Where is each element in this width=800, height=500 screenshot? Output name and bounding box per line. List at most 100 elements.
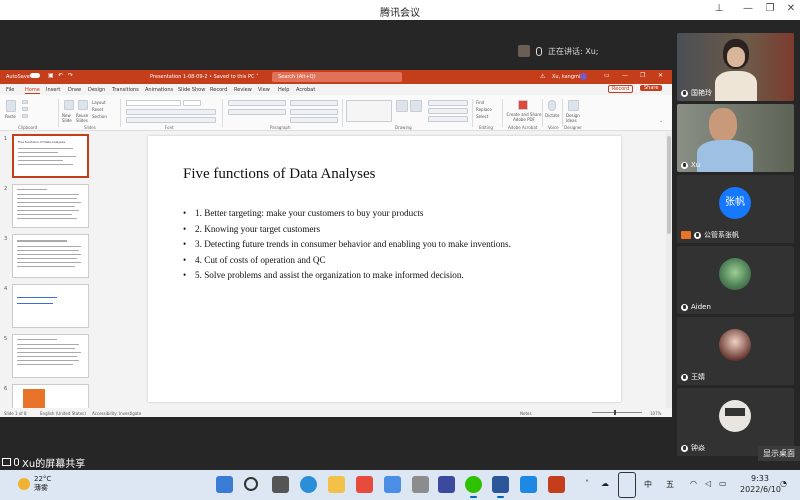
copy-icon[interactable] (22, 107, 28, 111)
ppt-search-input[interactable]: Search (Alt+Q) (272, 72, 402, 82)
bullet-item[interactable]: • 4. Cut of costs of operation and QC (183, 255, 511, 271)
reset-button[interactable]: Reset (92, 107, 103, 112)
shape-fill-button[interactable] (428, 100, 468, 106)
dictate-icon[interactable] (548, 100, 556, 111)
design-ideas-label[interactable]: Design Ideas (566, 113, 582, 123)
tab-slide-show[interactable]: Slide Show (178, 87, 205, 93)
ribbon-display-icon[interactable]: ▭ (604, 72, 610, 79)
powerpoint-icon[interactable] (548, 476, 565, 493)
cloud-app-icon[interactable] (384, 476, 401, 493)
search-icon[interactable] (244, 477, 258, 491)
ime-language[interactable]: 中 (644, 479, 652, 490)
font-size-select[interactable] (183, 100, 201, 106)
notes-button[interactable]: Notes (520, 411, 532, 416)
slide-canvas[interactable]: Five functions of Data Analyses • 1. Bett… (148, 136, 621, 402)
slide-thumbnail-1[interactable]: Five functions of Data Analyses (12, 134, 89, 178)
mail-app-icon[interactable] (438, 476, 455, 493)
wifi-icon[interactable]: ◠ (690, 479, 697, 488)
convert-smartart-button[interactable] (290, 117, 338, 123)
participant-tile[interactable]: 国艳玲 (677, 33, 794, 101)
maximize-icon[interactable]: ❐ (763, 3, 777, 14)
designer-icon[interactable] (568, 100, 579, 111)
zoom-slider[interactable] (592, 412, 642, 413)
create-share-pdf-label[interactable]: Create and Share Adobe PDF (506, 112, 542, 122)
font-format-row[interactable] (126, 109, 216, 115)
reuse-slides-label[interactable]: Reuse Slides (76, 113, 90, 123)
autosave-toggle[interactable] (30, 73, 40, 78)
edge-icon[interactable] (300, 476, 317, 493)
notification-icon[interactable]: ◔ (780, 479, 787, 488)
shapes-gallery[interactable] (346, 100, 392, 122)
redo-icon[interactable]: ↷ (68, 72, 73, 79)
ppt-minimize-icon[interactable]: — (622, 72, 628, 79)
tencent-meeting-icon[interactable] (520, 476, 537, 493)
tab-record[interactable]: Record (210, 87, 227, 93)
participant-tile[interactable]: Xu (677, 104, 794, 172)
clock-date[interactable]: 2022/6/10 (740, 485, 781, 494)
file-explorer-icon[interactable] (328, 476, 345, 493)
slide-thumbnail-6[interactable] (12, 384, 89, 408)
section-button[interactable]: Section (92, 114, 107, 119)
autosave-label[interactable]: AutoSave (6, 74, 30, 80)
zoom-slider-handle[interactable] (614, 410, 616, 415)
onedrive-icon[interactable]: ☁ (601, 479, 609, 488)
find-button[interactable]: Find (476, 100, 484, 105)
folder-app-icon[interactable] (412, 476, 429, 493)
tab-file[interactable]: File (6, 87, 14, 93)
pin-icon[interactable]: ⊥ (712, 3, 726, 14)
accessibility-status[interactable]: Accessibility: Investigate (92, 411, 141, 416)
tab-design[interactable]: Design (88, 87, 105, 93)
text-direction-button[interactable] (290, 100, 338, 106)
tab-review[interactable]: Review (234, 87, 252, 93)
bullets-row[interactable] (228, 100, 286, 106)
volume-icon[interactable]: ◁ (705, 479, 711, 488)
document-title[interactable]: Presentation 1-08-09-2 • Saved to this P… (150, 74, 259, 80)
font-name-select[interactable] (126, 100, 181, 106)
show-desktop-button[interactable]: 显示桌面 (758, 446, 800, 461)
format-painter-icon[interactable] (22, 114, 28, 118)
slide-thumbnail-3[interactable] (12, 234, 89, 278)
reuse-slides-icon[interactable] (78, 100, 88, 110)
adobe-pdf-icon[interactable] (518, 100, 528, 110)
font-color-row[interactable] (126, 117, 216, 123)
participant-tile[interactable]: Aiden (677, 246, 794, 314)
dictate-label[interactable]: Dictate (545, 113, 559, 118)
mic-tray-icon[interactable] (618, 472, 636, 498)
paste-label[interactable]: Paste (5, 114, 16, 119)
user-name[interactable]: Xu, kangmin (552, 74, 583, 80)
collapse-ribbon-icon[interactable]: ˄ (660, 121, 663, 127)
tab-acrobat[interactable]: Acrobat (296, 87, 315, 93)
undo-icon[interactable]: ↶ (58, 72, 63, 79)
bullet-item[interactable]: • 5. Solve problems and assist the organi… (183, 270, 511, 286)
participant-tile[interactable]: 张帆 公管系张帆 (677, 175, 794, 243)
new-slide-label[interactable]: New Slide (62, 113, 76, 123)
slide-title[interactable]: Five functions of Data Analyses (183, 166, 375, 183)
minimize-icon[interactable]: — (741, 3, 755, 14)
shape-outline-button[interactable] (428, 108, 468, 114)
tab-draw[interactable]: Draw (68, 87, 81, 93)
tab-animations[interactable]: Animations (145, 87, 173, 93)
select-button[interactable]: Select (476, 114, 488, 119)
cut-icon[interactable] (22, 100, 28, 104)
tab-transitions[interactable]: Transitions (112, 87, 139, 93)
start-icon[interactable] (216, 476, 233, 493)
battery-icon[interactable]: ▭ (719, 479, 727, 488)
shape-effects-button[interactable] (428, 116, 468, 122)
ime-mode[interactable]: 五 (666, 479, 674, 490)
slide-thumbnail-4[interactable] (12, 284, 89, 328)
new-slide-icon[interactable] (64, 100, 74, 110)
user-avatar[interactable] (580, 73, 587, 80)
tab-help[interactable]: Help (278, 87, 289, 93)
tab-home[interactable]: Home (25, 87, 40, 94)
share-button[interactable]: Share (640, 85, 663, 91)
app-red-icon[interactable] (356, 476, 373, 493)
record-button[interactable]: Record (608, 85, 634, 93)
layout-button[interactable]: Layout (92, 100, 106, 105)
ppt-maximize-icon[interactable]: ❐ (640, 72, 645, 79)
task-view-icon[interactable] (272, 476, 289, 493)
participant-tile[interactable]: 王婧 (677, 317, 794, 385)
save-icon[interactable]: ▣ (48, 72, 54, 79)
slide-bullet-list[interactable]: • 1. Better targeting: make your customer… (183, 208, 511, 286)
wechat-icon[interactable] (465, 476, 482, 498)
weather-widget[interactable]: 22°C 薄雾 (18, 475, 51, 493)
